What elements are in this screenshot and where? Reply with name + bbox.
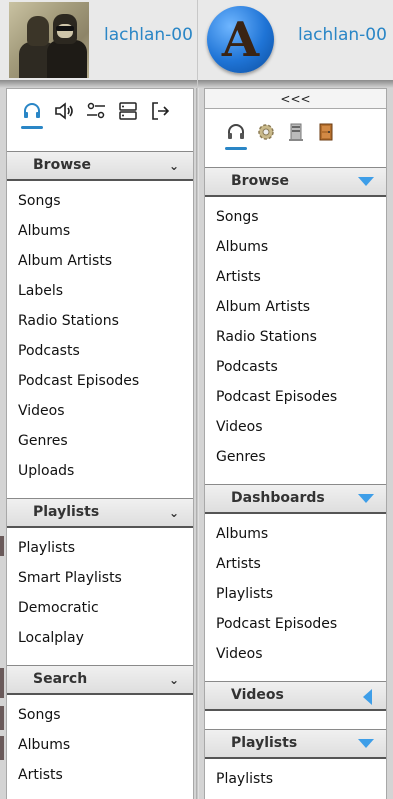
menu-item-uploads[interactable]: Uploads	[7, 456, 193, 486]
section-header-search[interactable]: Search ⌄	[7, 665, 193, 695]
gear-icon[interactable]	[255, 121, 277, 143]
menu-item-search-songs[interactable]: Songs	[7, 700, 193, 730]
right-sidebar: A lachlan-00 <<< Browse Songs Albums Art…	[198, 0, 393, 799]
section-title: Playlists	[33, 504, 100, 520]
decor-strip	[0, 736, 4, 760]
sidebar-tabs	[205, 109, 386, 155]
menu-item-videos[interactable]: Videos	[205, 412, 386, 442]
triangle-down-icon	[358, 739, 374, 748]
menu-item-search-artists[interactable]: Artists	[7, 760, 193, 790]
headphones-icon[interactable]	[225, 121, 247, 150]
menu-item-songs[interactable]: Songs	[7, 186, 193, 216]
menu-item-dash-podcast-episodes[interactable]: Podcast Episodes	[205, 609, 386, 639]
triangle-down-icon	[358, 177, 374, 186]
section-title: Videos	[231, 687, 284, 703]
menu-item-albums[interactable]: Albums	[205, 232, 386, 262]
section-title: Search	[33, 671, 88, 687]
browse-list: Songs Albums Artists Album Artists Radio…	[205, 197, 386, 482]
logout-icon[interactable]	[149, 100, 171, 122]
user-avatar[interactable]	[9, 2, 89, 78]
menu-item-videos[interactable]: Videos	[7, 396, 193, 426]
menu-item-playlists[interactable]: Playlists	[7, 533, 193, 563]
section-header-browse[interactable]: Browse	[205, 167, 386, 197]
menu-item-songs[interactable]: Songs	[205, 202, 386, 232]
logout-door-icon[interactable]	[315, 121, 337, 143]
headphones-icon[interactable]	[21, 100, 43, 129]
menu-item-artists[interactable]: Artists	[205, 262, 386, 292]
triangle-left-icon	[363, 689, 372, 705]
section-header-playlists[interactable]: Playlists	[205, 729, 386, 759]
username-link[interactable]: lachlan-00	[104, 25, 193, 45]
chevron-down-icon: ⌄	[168, 673, 179, 687]
section-title: Browse	[231, 173, 289, 189]
menu-item-genres[interactable]: Genres	[7, 426, 193, 456]
server-icon[interactable]	[117, 100, 139, 122]
menu-item-labels[interactable]: Labels	[7, 276, 193, 306]
dashboards-list: Albums Artists Playlists Podcast Episode…	[205, 514, 386, 679]
decor-strip	[0, 536, 4, 556]
section-header-dashboards[interactable]: Dashboards	[205, 484, 386, 514]
section-title: Browse	[33, 157, 91, 173]
section-header-videos[interactable]: Videos	[205, 681, 386, 711]
menu-item-genres[interactable]: Genres	[205, 442, 386, 472]
menu-item-radio-stations[interactable]: Radio Stations	[205, 322, 386, 352]
section-header-playlists[interactable]: Playlists ⌄	[7, 498, 193, 528]
section-title: Playlists	[231, 735, 298, 751]
menu-item-dash-albums[interactable]: Albums	[205, 519, 386, 549]
menu-item-localplay[interactable]: Localplay	[7, 623, 193, 653]
decor-strip	[0, 668, 4, 698]
logo-letter: A	[221, 12, 260, 68]
menu-item-album-artists[interactable]: Album Artists	[205, 292, 386, 322]
menu-item-dash-videos[interactable]: Videos	[205, 639, 386, 669]
menu-item-dash-playlists[interactable]: Playlists	[205, 579, 386, 609]
menu-item-podcast-episodes[interactable]: Podcast Episodes	[7, 366, 193, 396]
menu-item-podcast-episodes[interactable]: Podcast Episodes	[205, 382, 386, 412]
decor-strip	[0, 706, 4, 730]
triangle-down-icon	[358, 494, 374, 503]
sidebar-panel: <<< Browse Songs Albums Artists Album Ar…	[204, 88, 387, 799]
search-list: Songs Albums Artists	[7, 695, 193, 799]
speaker-icon[interactable]	[53, 100, 75, 122]
menu-item-albums[interactable]: Albums	[7, 216, 193, 246]
menu-item-democratic[interactable]: Democratic	[7, 593, 193, 623]
menu-item-podcasts[interactable]: Podcasts	[7, 336, 193, 366]
chevron-down-icon: ⌄	[168, 159, 179, 173]
sliders-icon[interactable]	[85, 100, 107, 122]
chevron-down-icon: ⌄	[168, 506, 179, 520]
menu-item-album-artists[interactable]: Album Artists	[7, 246, 193, 276]
menu-item-radio-stations[interactable]: Radio Stations	[7, 306, 193, 336]
menu-item-search-albums[interactable]: Albums	[7, 730, 193, 760]
server-icon[interactable]	[285, 121, 307, 143]
top-bar: lachlan-00	[0, 0, 197, 88]
app-logo[interactable]: A	[207, 6, 274, 73]
username-link[interactable]: lachlan-00	[298, 25, 387, 45]
menu-item-playlists[interactable]: Playlists	[205, 764, 386, 794]
sidebar-panel: Browse ⌄ Songs Albums Album Artists Labe…	[6, 88, 194, 799]
menu-item-dash-artists[interactable]: Artists	[205, 549, 386, 579]
collapse-sidebar-button[interactable]: <<<	[205, 89, 386, 109]
menu-item-podcasts[interactable]: Podcasts	[205, 352, 386, 382]
menu-item-smart-playlists[interactable]: Smart Playlists	[7, 563, 193, 593]
sidebar-tabs	[7, 89, 193, 133]
section-title: Dashboards	[231, 490, 325, 506]
left-sidebar: lachlan-00 Browse ⌄ Songs Albums Album A…	[0, 0, 197, 799]
playlists-list: Playlists Smart Playlists Democratic Loc…	[7, 528, 193, 663]
playlists-list: Playlists	[205, 759, 386, 799]
top-bar: A lachlan-00	[198, 0, 393, 88]
browse-list: Songs Albums Album Artists Labels Radio …	[7, 181, 193, 496]
section-header-browse[interactable]: Browse ⌄	[7, 151, 193, 181]
